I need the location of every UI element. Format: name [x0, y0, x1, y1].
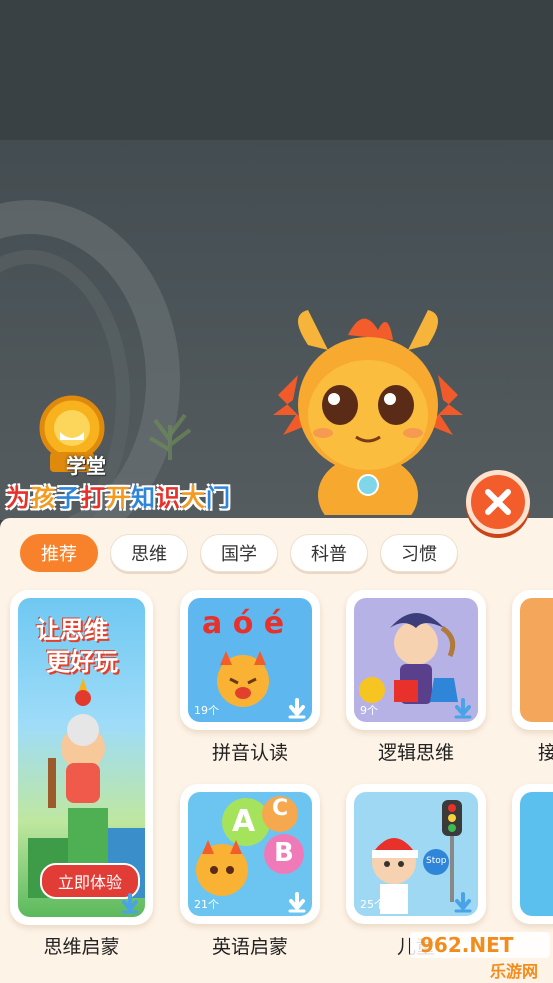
letter-b: B	[274, 838, 294, 868]
featured-card[interactable]: 让思维 更好玩 立即体验	[10, 590, 153, 925]
letter-a: A	[232, 804, 256, 839]
course-card-partial-2[interactable]	[512, 784, 553, 924]
close-icon	[485, 489, 511, 515]
course-card-pinyin[interactable]: a ó é 19个	[180, 590, 320, 730]
course-count: 21个	[194, 898, 219, 911]
course-card-partial[interactable]	[512, 590, 553, 730]
slogan-char: 为	[6, 484, 31, 512]
slogan-char: 大	[181, 484, 206, 512]
slogan-char: 子	[56, 484, 81, 512]
watermark-subtitle: 乐游网	[490, 962, 539, 981]
course-card-english[interactable]: A C B 21个	[180, 784, 320, 924]
download-icon[interactable]	[286, 698, 308, 720]
course-card-safety[interactable]: Stop 25个	[346, 784, 486, 924]
download-icon[interactable]	[452, 892, 474, 914]
course-count: 9个	[360, 704, 378, 717]
course-label[interactable]: 逻辑思维	[346, 738, 486, 765]
tab-habits[interactable]: 习惯	[380, 534, 458, 572]
slogan-char: 开	[106, 484, 131, 512]
course-label[interactable]: 英语启蒙	[180, 932, 320, 959]
tab-thinking[interactable]: 思维	[110, 534, 188, 572]
hero-scene: 学堂 为孩子打开知识大门	[0, 0, 553, 520]
course-panel: 推荐 思维 国学 科普 习惯 让思维 更好玩 立即体验 思维启蒙 a ó é 1…	[0, 518, 553, 983]
category-tabs: 推荐 思维 国学 科普 习惯	[20, 534, 458, 572]
tab-recommended[interactable]: 推荐	[20, 534, 98, 572]
background-wall	[0, 0, 553, 140]
watermark: 962.NET 乐游网	[410, 932, 550, 981]
slogan-char: 识	[156, 484, 181, 512]
slogan-char: 打	[81, 484, 106, 512]
featured-title-line2: 更好玩	[46, 648, 118, 676]
dragon-mascot	[273, 310, 463, 515]
course-label[interactable]: 拼音认读	[180, 738, 320, 765]
slogan-char: 孩	[31, 484, 56, 512]
tab-science[interactable]: 科普	[290, 534, 368, 572]
pinyin-letters: a ó é	[202, 606, 285, 641]
watermark-logo: 962.NET	[410, 932, 550, 958]
featured-title-line1: 让思维	[36, 616, 108, 644]
letter-c: C	[272, 796, 289, 821]
download-icon[interactable]	[119, 893, 141, 915]
close-button[interactable]	[466, 470, 530, 534]
course-card-logic[interactable]: 9个	[346, 590, 486, 730]
plant-decoration	[148, 413, 192, 460]
slogan: 为孩子打开知识大门	[6, 478, 231, 513]
course-label[interactable]: 接	[538, 738, 553, 765]
download-icon[interactable]	[286, 892, 308, 914]
logo-text: 学堂	[66, 454, 106, 478]
featured-label[interactable]: 思维启蒙	[10, 932, 153, 959]
slogan-char: 门	[206, 484, 231, 512]
course-count: 25个	[360, 898, 385, 911]
course-count: 19个	[194, 704, 219, 717]
stop-sign-text: Stop	[426, 856, 447, 866]
download-icon[interactable]	[452, 698, 474, 720]
tab-chinese-classics[interactable]: 国学	[200, 534, 278, 572]
slogan-char: 知	[131, 484, 156, 512]
